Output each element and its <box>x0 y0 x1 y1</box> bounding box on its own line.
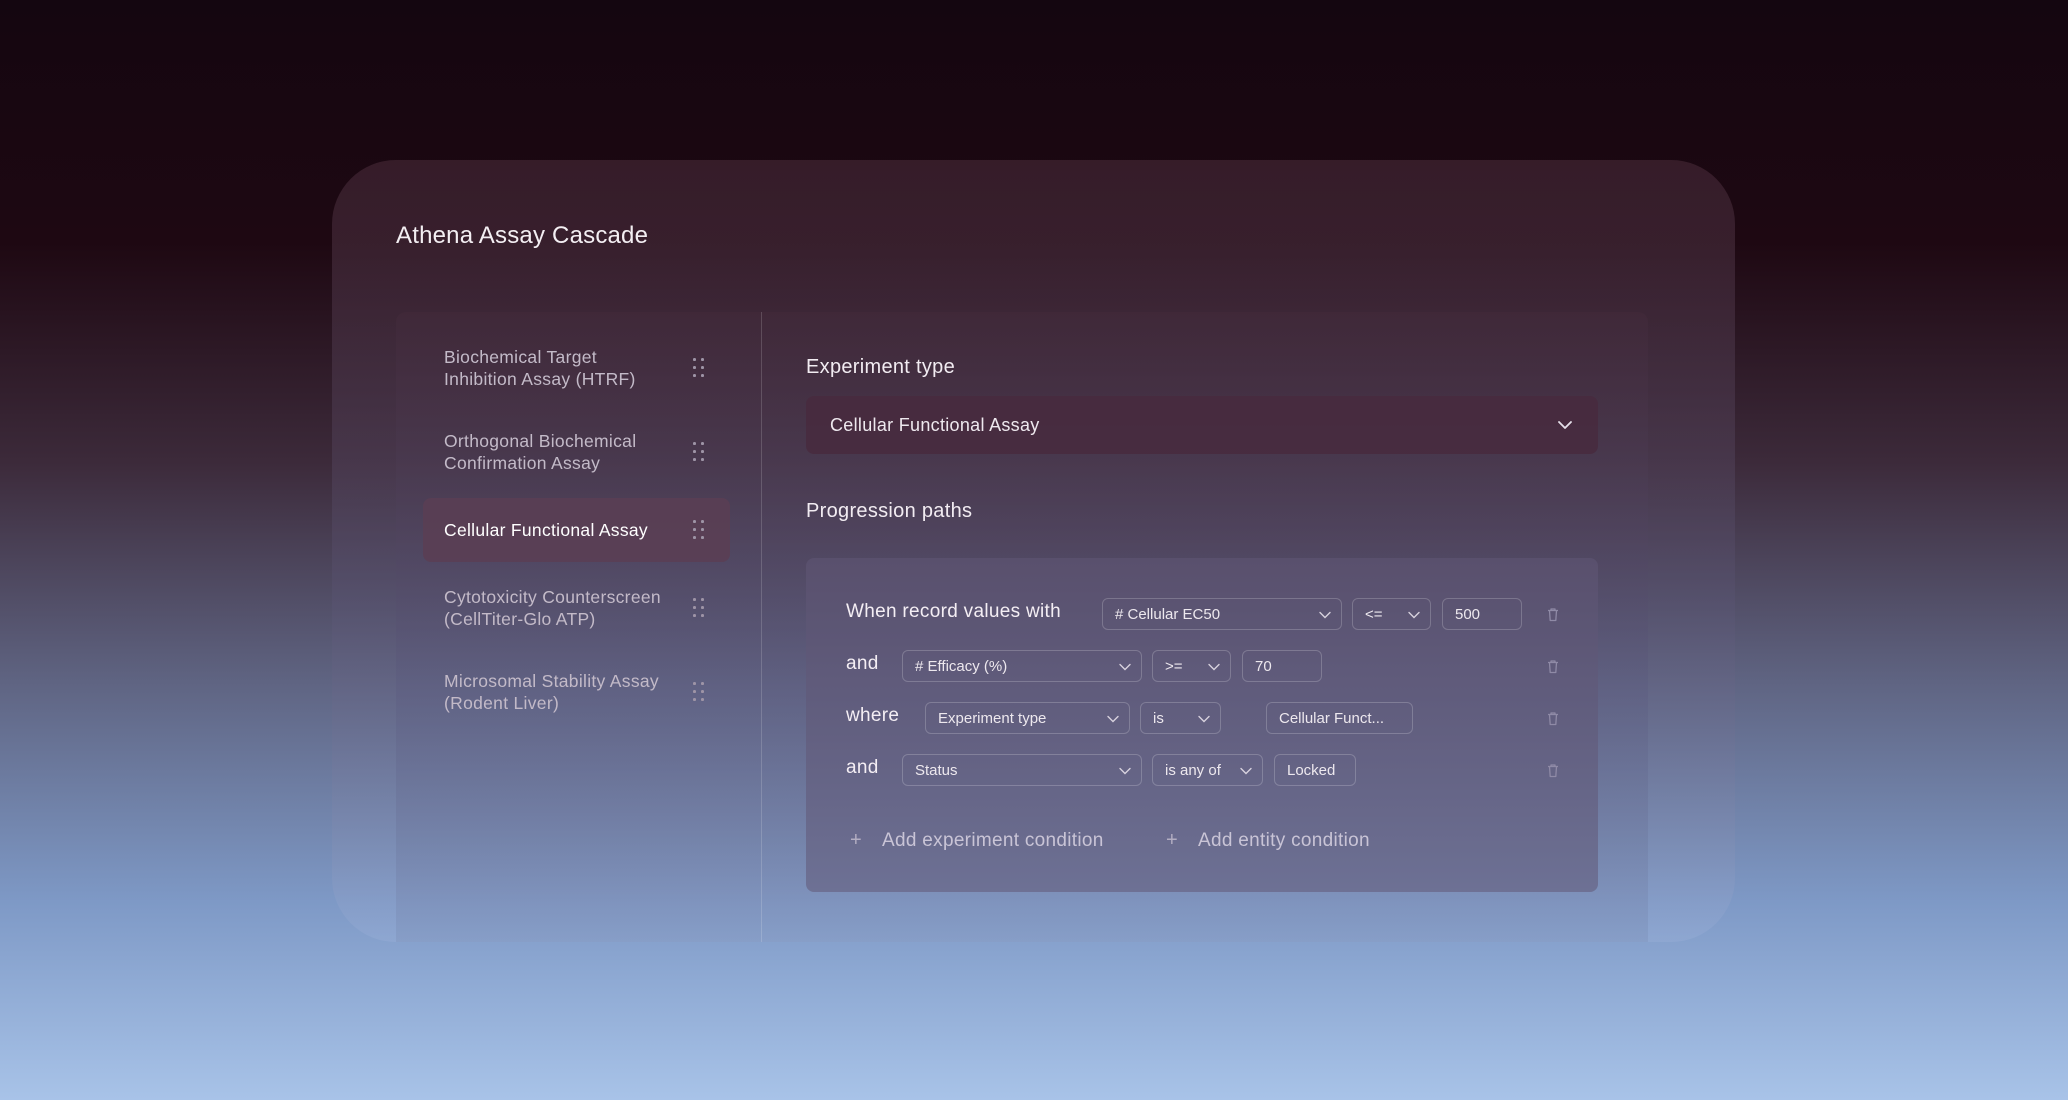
condition-connector: and <box>846 653 879 674</box>
add-experiment-condition-label: Add experiment condition <box>882 830 1104 851</box>
cascade-card: Athena Assay Cascade Biochemical Target … <box>332 160 1735 942</box>
add-entity-condition-label: Add entity condition <box>1198 830 1370 851</box>
condition-connector: When record values with <box>846 601 1061 622</box>
condition-value: Locked <box>1287 762 1336 779</box>
sidebar-item-label: Microsomal Stability Assay (Rodent Liver… <box>444 671 659 713</box>
condition-value: 70 <box>1255 658 1272 675</box>
condition-field-value: # Cellular EC50 <box>1115 606 1221 623</box>
sidebar-item-orthogonal-biochemical[interactable]: Orthogonal Biochemical Confirmation Assa… <box>423 420 730 484</box>
trash-icon[interactable] <box>1546 763 1560 778</box>
drag-handle-icon[interactable] <box>693 682 705 702</box>
condition-field-select[interactable]: Status <box>902 754 1142 786</box>
condition-field-select[interactable]: # Cellular EC50 <box>1102 598 1342 630</box>
condition-operator-value: is any of <box>1165 762 1221 779</box>
experiment-type-label: Experiment type <box>806 356 956 378</box>
page-title: Athena Assay Cascade <box>396 222 649 249</box>
condition-operator-value: >= <box>1165 658 1183 675</box>
drag-handle-icon[interactable] <box>693 520 705 540</box>
chevron-down-icon <box>1119 767 1131 775</box>
condition-value: 500 <box>1455 606 1481 623</box>
condition-field-value: # Efficacy (%) <box>915 658 1008 675</box>
condition-field-value: Status <box>915 762 958 779</box>
condition-field-select[interactable]: # Efficacy (%) <box>902 650 1142 682</box>
condition-connector: and <box>846 757 879 778</box>
chevron-down-icon <box>1408 611 1420 619</box>
chevron-down-icon <box>1319 611 1331 619</box>
condition-operator-select[interactable]: >= <box>1152 650 1231 682</box>
plus-icon: + <box>850 829 862 851</box>
assay-sidebar: Biochemical Target Inhibition Assay (HTR… <box>396 312 762 942</box>
experiment-type-select[interactable]: Cellular Functional Assay <box>806 396 1598 454</box>
condition-operator-value: is <box>1153 710 1164 727</box>
condition-connector: where <box>846 705 900 726</box>
condition-operator-select[interactable]: <= <box>1352 598 1431 630</box>
condition-operator-select[interactable]: is <box>1140 702 1221 734</box>
progression-paths-label: Progression paths <box>806 500 973 522</box>
sidebar-item-microsomal-stability[interactable]: Microsomal Stability Assay (Rodent Liver… <box>423 660 730 724</box>
chevron-down-icon <box>1208 663 1220 671</box>
experiment-type-value: Cellular Functional Assay <box>830 415 1040 435</box>
trash-icon[interactable] <box>1546 607 1560 622</box>
drag-handle-icon[interactable] <box>693 358 705 378</box>
sidebar-item-label: Cytotoxicity Counterscreen (CellTiter-Gl… <box>444 587 661 629</box>
sidebar-item-cellular-functional[interactable]: Cellular Functional Assay <box>423 498 730 562</box>
condition-field-select[interactable]: Experiment type <box>925 702 1130 734</box>
chevron-down-icon <box>1198 715 1210 723</box>
sidebar-item-cytotoxicity[interactable]: Cytotoxicity Counterscreen (CellTiter-Gl… <box>423 576 730 640</box>
plus-icon: + <box>1166 829 1178 851</box>
condition-value-input[interactable]: Locked <box>1274 754 1356 786</box>
chevron-down-icon <box>1240 767 1252 775</box>
trash-icon[interactable] <box>1546 659 1560 674</box>
sidebar-item-label: Cellular Functional Assay <box>444 520 648 540</box>
condition-value-input[interactable]: Cellular Funct... <box>1266 702 1413 734</box>
condition-value-input[interactable]: 500 <box>1442 598 1522 630</box>
drag-handle-icon[interactable] <box>693 442 705 462</box>
add-experiment-condition-button[interactable]: + Add experiment condition <box>850 828 1150 852</box>
chevron-down-icon <box>1558 421 1572 429</box>
condition-value: Cellular Funct... <box>1279 710 1385 727</box>
chevron-down-icon <box>1107 715 1119 723</box>
condition-field-value: Experiment type <box>938 710 1047 727</box>
drag-handle-icon[interactable] <box>693 598 705 618</box>
chevron-down-icon <box>1119 663 1131 671</box>
cascade-panel: Biochemical Target Inhibition Assay (HTR… <box>396 312 1648 942</box>
condition-value-input[interactable]: 70 <box>1242 650 1322 682</box>
sidebar-item-biochemical-target[interactable]: Biochemical Target Inhibition Assay (HTR… <box>423 336 730 400</box>
condition-operator-value: <= <box>1365 606 1383 623</box>
sidebar-item-label: Orthogonal Biochemical Confirmation Assa… <box>444 431 637 473</box>
trash-icon[interactable] <box>1546 711 1560 726</box>
add-entity-condition-button[interactable]: + Add entity condition <box>1166 828 1426 852</box>
progression-paths-panel: When record values with # Cellular EC50 … <box>806 558 1598 892</box>
condition-operator-select[interactable]: is any of <box>1152 754 1263 786</box>
assay-detail: Experiment type Cellular Functional Assa… <box>762 312 1648 942</box>
sidebar-item-label: Biochemical Target Inhibition Assay (HTR… <box>444 347 636 389</box>
